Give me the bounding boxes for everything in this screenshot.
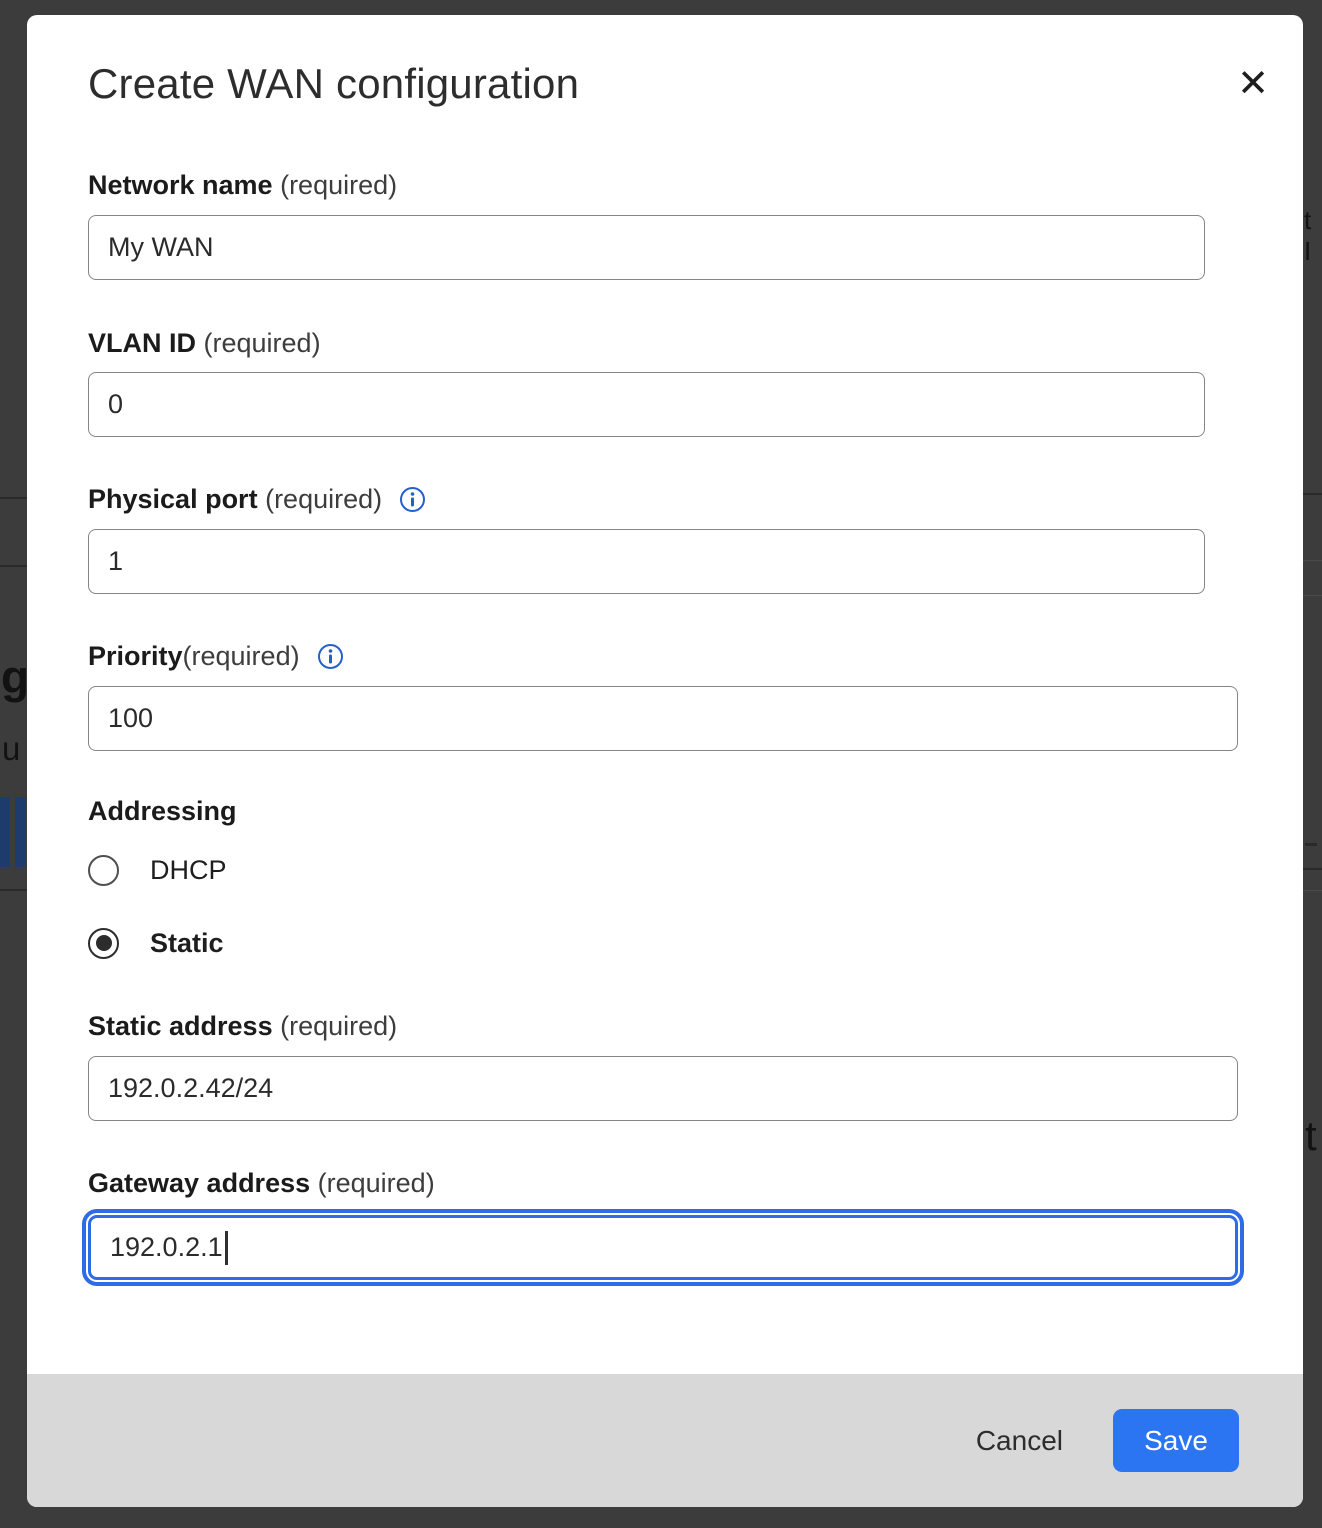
- dhcp-radio-label: DHCP: [150, 855, 227, 886]
- background-table-line: [1303, 560, 1322, 561]
- priority-label: Priority(required): [88, 639, 1303, 673]
- background-dotted-fragment: [1305, 843, 1317, 846]
- vlan-id-input[interactable]: 0: [88, 372, 1205, 437]
- background-table-line: [1303, 595, 1322, 596]
- save-button[interactable]: Save: [1113, 1409, 1239, 1472]
- network-name-input[interactable]: My WAN: [88, 215, 1205, 280]
- background-table-line: [1303, 868, 1322, 870]
- background-table-line: [0, 565, 27, 567]
- background-button-fragment: [15, 797, 26, 867]
- background-text-fragment: t I: [1304, 205, 1322, 267]
- gateway-address-value: 192.0.2.1: [110, 1232, 223, 1263]
- addressing-heading: Addressing: [88, 796, 1303, 830]
- cancel-button[interactable]: Cancel: [976, 1425, 1063, 1457]
- physical-port-label: Physical port (required): [88, 482, 1303, 516]
- vlan-id-value: 0: [108, 389, 123, 420]
- background-text-fragment: t: [1305, 1112, 1317, 1160]
- static-address-label: Static address (required): [88, 1009, 1303, 1043]
- text-cursor: [225, 1231, 228, 1265]
- background-text-fragment: g: [1, 650, 29, 704]
- radio-checked-icon[interactable]: [88, 928, 119, 959]
- background-text-fragment: u: [2, 730, 20, 768]
- background-table-line: [1303, 493, 1322, 495]
- radio-unchecked-icon[interactable]: [88, 855, 119, 886]
- dialog-title: Create WAN configuration: [88, 60, 1303, 108]
- gateway-address-label: Gateway address (required): [88, 1166, 1303, 1200]
- priority-input[interactable]: 100: [88, 686, 1238, 751]
- create-wan-configuration-dialog: ✕ Create WAN configuration Network name …: [27, 15, 1303, 1507]
- vlan-id-label: VLAN ID (required): [88, 326, 1303, 360]
- network-name-label: Network name (required): [88, 168, 1303, 202]
- addressing-option-dhcp[interactable]: DHCP: [88, 854, 1303, 886]
- static-address-value: 192.0.2.42/24: [108, 1073, 273, 1104]
- info-icon[interactable]: [317, 643, 344, 670]
- background-divider-line: [0, 889, 27, 891]
- addressing-option-static[interactable]: Static: [88, 927, 1303, 959]
- physical-port-value: 1: [108, 546, 123, 577]
- background-table-line: [1303, 890, 1322, 891]
- network-name-value: My WAN: [108, 232, 213, 263]
- info-icon[interactable]: [399, 486, 426, 513]
- background-table-line: [0, 497, 27, 499]
- gateway-address-input[interactable]: 192.0.2.1: [88, 1215, 1238, 1280]
- radio-dot: [96, 935, 112, 951]
- static-address-input[interactable]: 192.0.2.42/24: [88, 1056, 1238, 1121]
- physical-port-input[interactable]: 1: [88, 529, 1205, 594]
- priority-value: 100: [108, 703, 153, 734]
- static-radio-label: Static: [150, 928, 224, 959]
- dialog-footer: Cancel Save: [27, 1374, 1303, 1507]
- background-button-fragment: [0, 797, 10, 867]
